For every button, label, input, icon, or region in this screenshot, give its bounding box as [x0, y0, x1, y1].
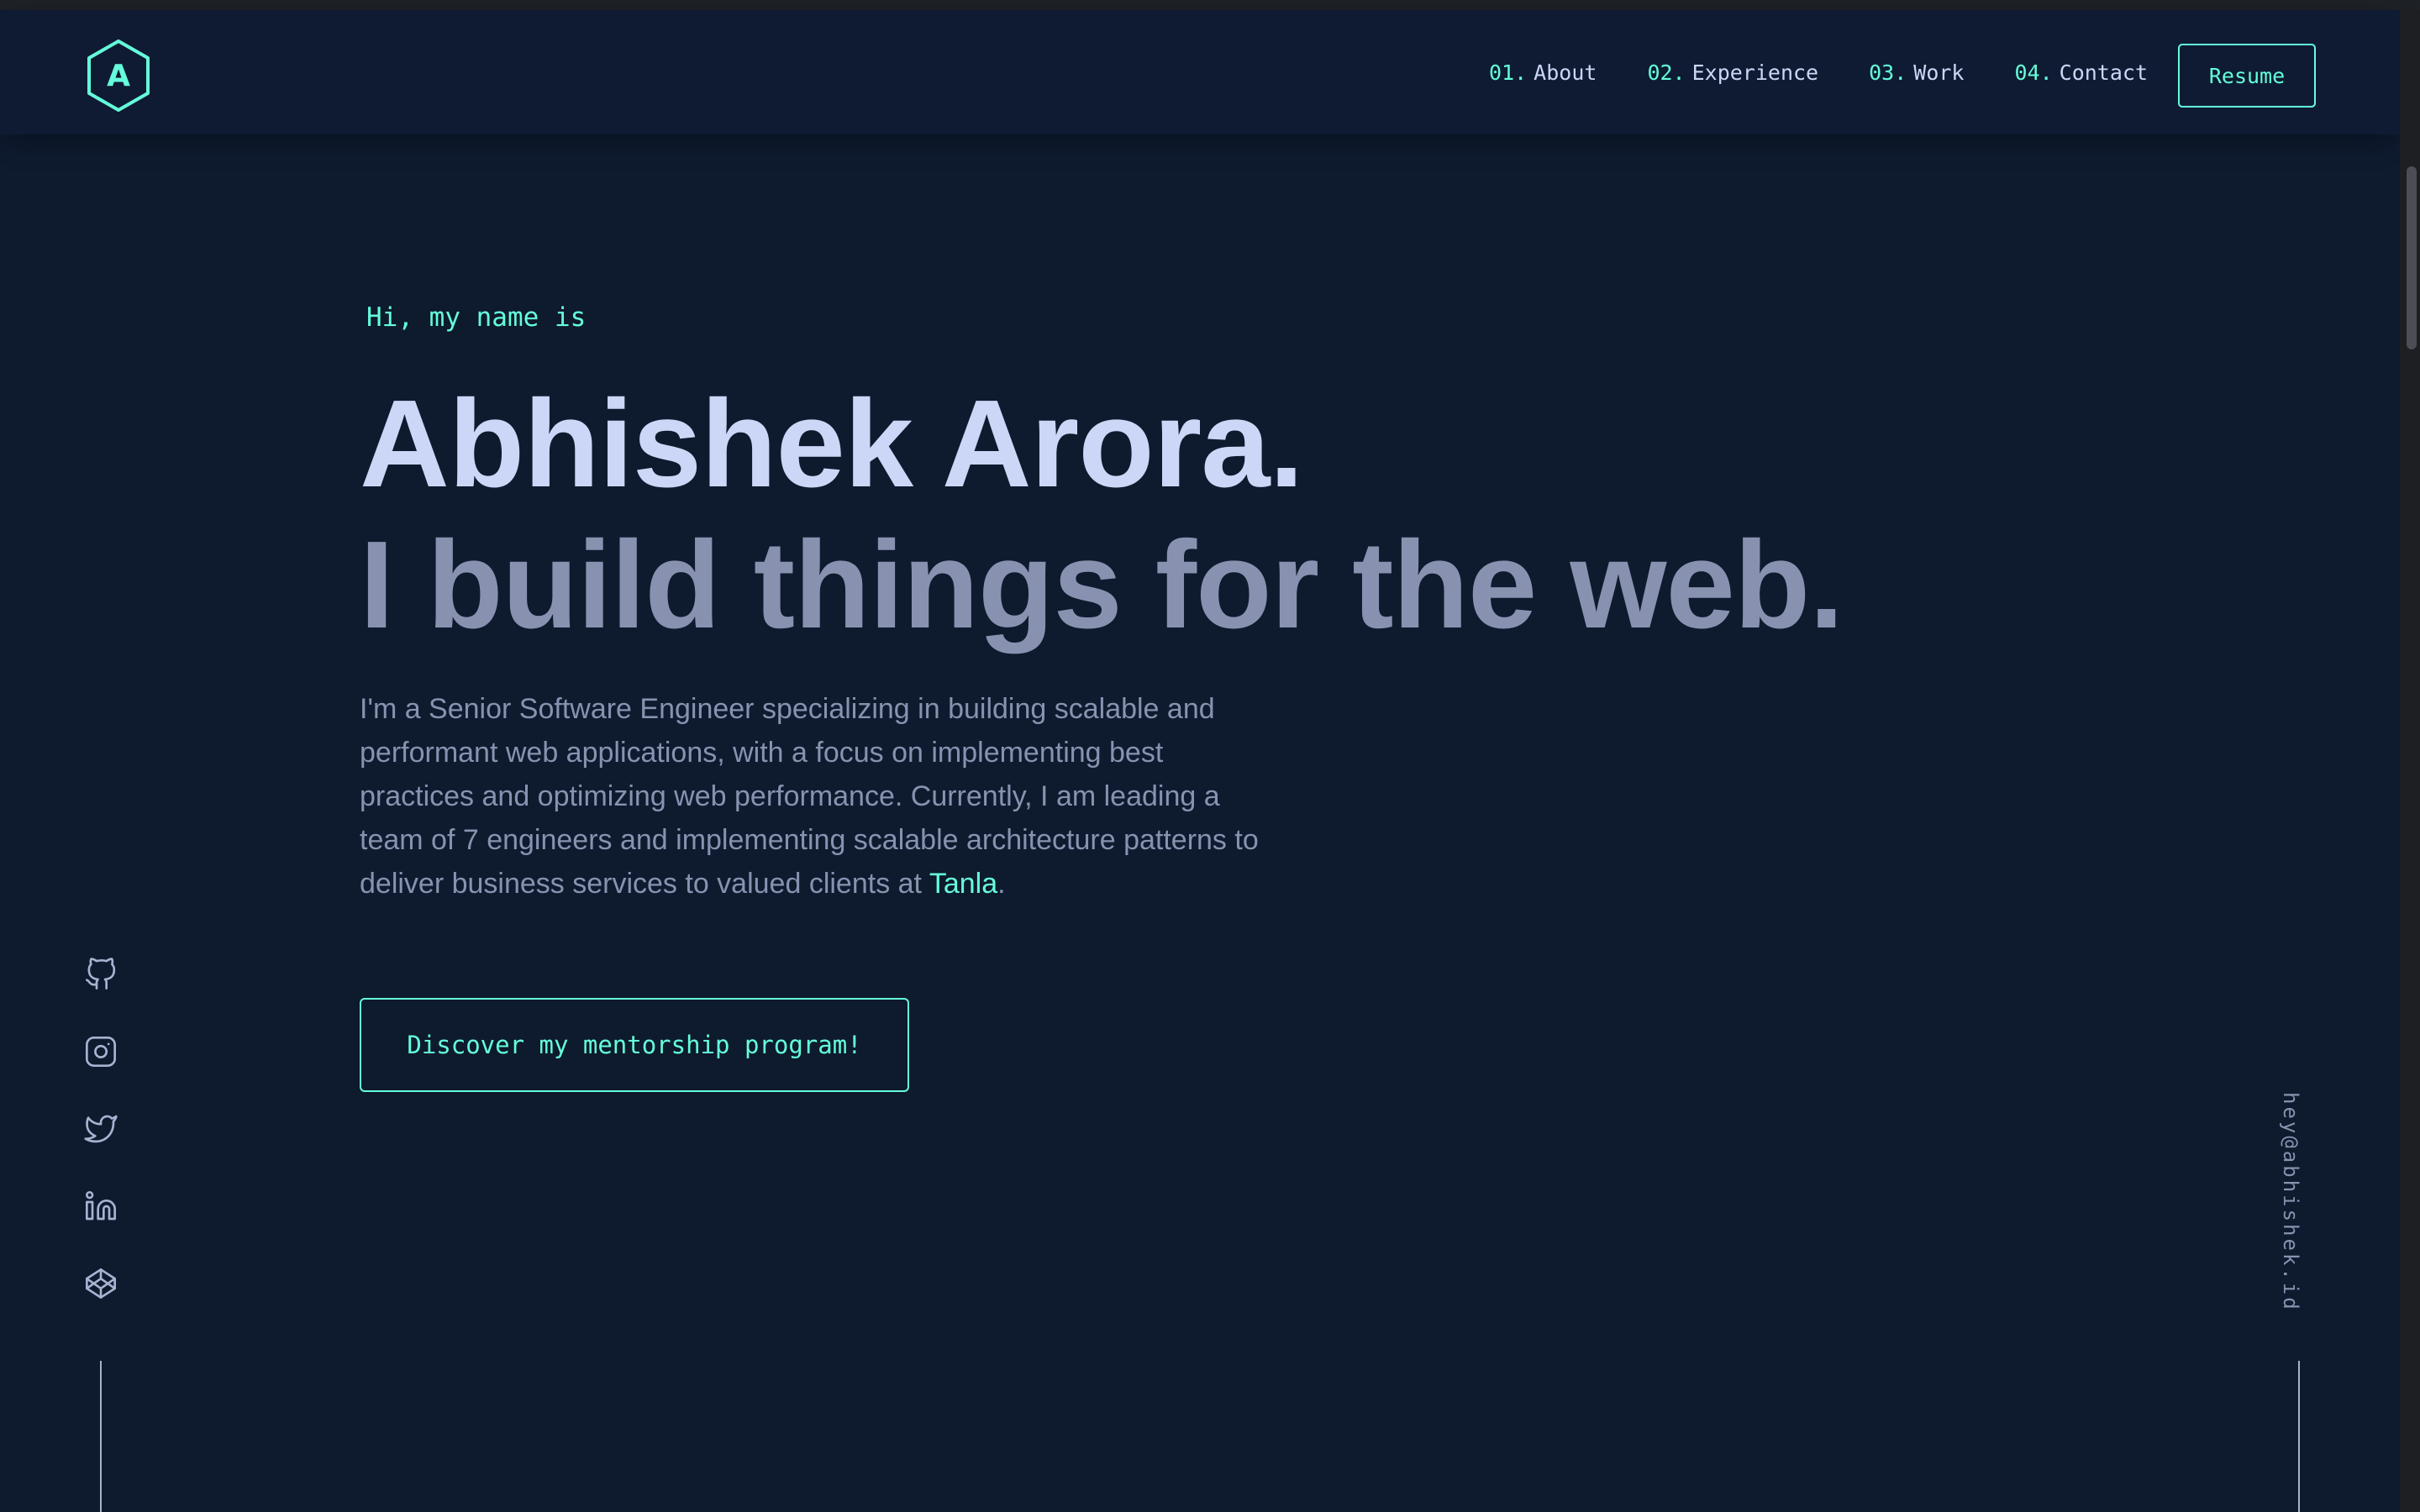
instagram-icon[interactable] — [82, 1033, 119, 1070]
email-link[interactable]: hey@abhishek.id — [2279, 1092, 2302, 1312]
greeting-text: Hi, my name is — [366, 302, 587, 333]
scrollbar-thumb[interactable] — [2407, 166, 2417, 349]
mentorship-cta-button[interactable]: Discover my mentorship program! — [360, 998, 909, 1092]
left-vertical-line — [100, 1361, 102, 1512]
hero-tagline: I build things for the web. — [360, 516, 1844, 654]
github-icon[interactable] — [82, 956, 119, 993]
scrollbar-track[interactable] — [2400, 10, 2420, 1512]
twitter-icon[interactable] — [82, 1110, 119, 1147]
bio-text: I'm a Senior Software Engineer specializ… — [360, 693, 1259, 900]
main-nav: 01. About 02. Experience 03. Work 04. Contac… — [1489, 10, 2148, 134]
nav-number: 01. — [1489, 60, 1528, 85]
email-sidebar: hey@abhishek.id — [2279, 1092, 2321, 1312]
nav-label: Contact — [2059, 60, 2148, 85]
right-vertical-line — [2298, 1361, 2300, 1512]
nav-number: 04. — [2014, 60, 2053, 85]
browser-top-strip — [0, 0, 2420, 10]
nav-item-contact[interactable]: 04. Contact — [2014, 60, 2148, 85]
bio-end: . — [997, 868, 1006, 900]
nav-item-about[interactable]: 01. About — [1489, 60, 1597, 85]
hero-name: Abhishek Arora. — [360, 375, 1304, 513]
logo-letter: A — [107, 58, 130, 93]
logo[interactable]: A — [86, 39, 151, 113]
linkedin-icon[interactable] — [82, 1188, 119, 1225]
nav-item-work[interactable]: 03. Work — [1869, 60, 1964, 85]
company-link[interactable]: Tanla — [929, 868, 997, 900]
nav-label: About — [1534, 60, 1597, 85]
resume-button[interactable]: Resume — [2178, 44, 2316, 108]
nav-label: Experience — [1691, 60, 1819, 85]
nav-item-experience[interactable]: 02. Experience — [1647, 60, 1818, 85]
hero-bio: I'm a Senior Software Engineer specializ… — [360, 687, 1276, 906]
nav-number: 03. — [1869, 60, 1907, 85]
nav-number: 02. — [1647, 60, 1686, 85]
codepen-icon[interactable] — [82, 1265, 119, 1302]
nav-label: Work — [1913, 60, 1965, 85]
